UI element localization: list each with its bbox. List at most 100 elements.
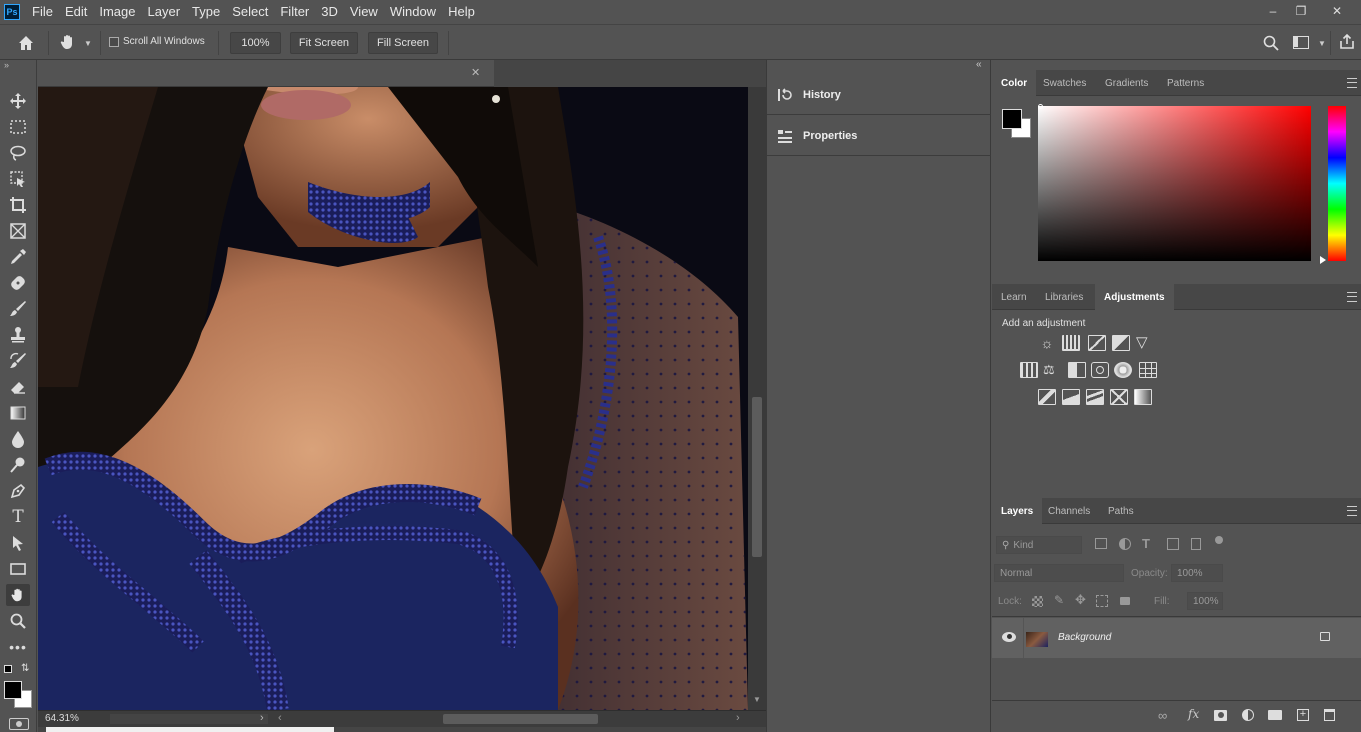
gradient-tool-icon[interactable] [6,402,30,424]
menu-image[interactable]: Image [93,0,141,24]
blur-tool-icon[interactable] [6,428,30,450]
vertical-scroll-thumb[interactable] [752,397,762,557]
hue-saturation-icon[interactable] [1020,362,1038,378]
filter-smart-object-icon[interactable] [1191,538,1201,550]
zoom-level[interactable]: 64.31% [45,713,79,724]
status-info[interactable] [110,714,268,724]
menu-filter[interactable]: Filter [274,0,315,24]
color-field[interactable] [1038,106,1311,261]
object-select-tool-icon[interactable] [6,168,30,190]
brightness-contrast-icon[interactable]: ☼ [1038,335,1056,351]
scroll-down-icon[interactable]: ▼ [753,695,761,704]
tab-layers[interactable]: Layers [992,498,1043,524]
menu-3d[interactable]: 3D [315,0,344,24]
new-group-icon[interactable] [1268,710,1282,720]
lock-artboard-icon[interactable] [1096,595,1108,607]
channel-mixer-icon[interactable] [1114,362,1132,378]
black-white-icon[interactable] [1068,362,1086,378]
chevron-down-icon[interactable]: ▼ [84,39,92,48]
lock-image-icon[interactable]: ✎ [1054,593,1064,607]
color-balance-icon[interactable]: ⚖ [1043,362,1061,378]
workspace-chevron-icon[interactable]: ▼ [1318,39,1326,48]
default-colors-icon[interactable] [4,665,12,673]
lock-position-icon[interactable]: ✥ [1075,592,1086,608]
eyedropper-tool-icon[interactable] [6,246,30,268]
exposure-icon[interactable] [1112,335,1130,351]
fill-screen-button[interactable]: Fill Screen [368,32,438,54]
delete-layer-icon[interactable] [1324,709,1335,721]
filter-type-icon[interactable]: T [1142,536,1150,551]
marquee-tool-icon[interactable] [6,116,30,138]
document-tab[interactable]: ✕ [38,60,494,87]
pen-tool-icon[interactable] [6,480,30,502]
hand-tool-icon[interactable] [6,584,30,606]
color-picker-marker[interactable] [1038,104,1043,109]
eraser-tool-icon[interactable] [6,376,30,398]
tab-gradients[interactable]: Gradients [1096,70,1157,96]
home-icon[interactable] [16,33,36,53]
curves-icon[interactable] [1088,335,1106,351]
tab-libraries[interactable]: Libraries [1036,284,1092,310]
color-panel-menu-icon[interactable] [1347,78,1357,88]
lock-all-icon[interactable] [1120,597,1130,605]
new-layer-icon[interactable]: + [1297,709,1309,721]
add-mask-icon[interactable] [1214,710,1227,721]
adjustments-panel-menu-icon[interactable] [1347,292,1357,302]
color-panel-fg-swatch[interactable] [1002,109,1022,129]
menu-type[interactable]: Type [186,0,226,24]
collapse-tools-icon[interactable]: » [4,60,9,70]
brush-tool-icon[interactable] [6,298,30,320]
selective-color-icon[interactable] [1110,389,1128,405]
layers-panel-menu-icon[interactable] [1347,506,1357,516]
hue-slider-handle[interactable] [1320,256,1326,264]
scroll-left-icon[interactable]: ‹ [278,712,282,724]
threshold-icon[interactable] [1086,389,1104,405]
new-adjustment-layer-icon[interactable] [1242,709,1254,721]
opacity-input[interactable]: 100% [1171,564,1223,582]
crop-tool-icon[interactable] [6,194,30,216]
menu-layer[interactable]: Layer [142,0,187,24]
tab-color[interactable]: Color [992,70,1037,96]
vibrance-icon[interactable]: ▽ [1136,335,1154,351]
restore-button[interactable]: ❐ [1284,0,1318,22]
tab-learn[interactable]: Learn [992,284,1036,310]
status-menu-icon[interactable]: › [260,712,264,724]
eye-icon[interactable] [1002,632,1016,642]
search-icon[interactable] [1262,34,1280,52]
foreground-color-swatch[interactable] [4,681,22,699]
menu-select[interactable]: Select [226,0,274,24]
filter-toggle-icon[interactable] [1215,536,1223,544]
link-layers-icon[interactable]: ∞ [1158,708,1167,723]
levels-icon[interactable] [1062,335,1080,351]
move-tool-icon[interactable] [6,90,30,112]
more-tools-icon[interactable]: ••• [6,636,30,658]
menu-help[interactable]: Help [442,0,481,24]
layer-style-icon[interactable]: fx [1188,707,1199,721]
fit-screen-button[interactable]: Fit Screen [290,32,358,54]
hue-slider[interactable] [1328,106,1346,261]
filter-pixel-icon[interactable] [1095,538,1107,549]
menu-view[interactable]: View [344,0,384,24]
workspace-icon[interactable] [1293,36,1309,49]
properties-panel-button[interactable]: Properties [767,116,991,156]
collapse-panels-icon[interactable]: « [976,59,982,70]
horizontal-scroll-thumb[interactable] [443,714,598,724]
quick-mask-icon[interactable] [9,718,29,730]
tab-channels[interactable]: Channels [1039,498,1099,524]
close-document-icon[interactable]: ✕ [471,66,480,79]
tab-patterns[interactable]: Patterns [1158,70,1213,96]
share-icon[interactable] [1338,33,1356,51]
scroll-all-windows-checkbox[interactable] [109,37,119,47]
filter-adjustment-icon[interactable] [1119,538,1131,550]
layer-row[interactable]: Background [992,618,1361,658]
color-lookup-icon[interactable] [1139,362,1157,378]
hand-icon[interactable] [58,32,80,54]
gradient-map-icon[interactable] [1134,389,1152,405]
tab-adjustments[interactable]: Adjustments [1095,284,1174,310]
lasso-tool-icon[interactable] [6,142,30,164]
swap-colors-icon[interactable]: ⇅ [21,663,29,674]
rectangle-tool-icon[interactable] [6,558,30,580]
scroll-right-icon[interactable]: › [736,712,740,724]
stamp-tool-icon[interactable] [6,324,30,346]
menu-file[interactable]: File [26,0,59,24]
